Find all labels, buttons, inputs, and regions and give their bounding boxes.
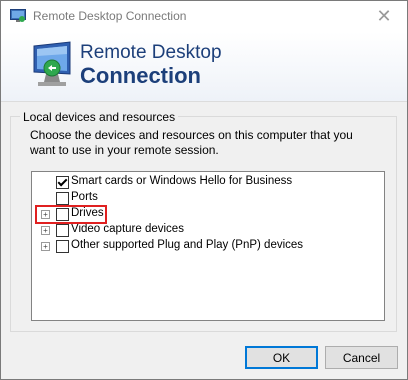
header-banner: Remote Desktop Connection (1, 32, 407, 102)
title-bar[interactable]: Remote Desktop Connection ✕ (1, 1, 407, 32)
dialog-window: Remote Desktop Connection ✕ Remote Deskt… (0, 0, 408, 380)
banner-title-line2: Connection (80, 63, 201, 88)
close-icon: ✕ (376, 6, 392, 26)
expand-plus-icon[interactable]: + (41, 226, 50, 235)
ports-checkbox[interactable] (56, 192, 69, 205)
devices-tree[interactable]: Smart cards or Windows Hello for Busines… (31, 171, 385, 321)
close-button[interactable]: ✕ (361, 1, 407, 32)
smart-cards-checkbox[interactable] (56, 176, 69, 189)
tree-item-video-capture[interactable]: + Video capture devices (32, 223, 372, 239)
pnp-devices-checkbox[interactable] (56, 240, 69, 253)
window-title: Remote Desktop Connection (33, 9, 187, 23)
banner-title-line1: Remote Desktop (80, 42, 222, 63)
tree-item-label: Smart cards or Windows Hello for Busines… (71, 175, 293, 187)
expand-plus-icon[interactable]: + (41, 242, 50, 251)
group-label: Local devices and resources (20, 110, 179, 124)
video-capture-checkbox[interactable] (56, 224, 69, 237)
tree-item-pnp-devices[interactable]: + Other supported Plug and Play (PnP) de… (32, 239, 372, 255)
tree-item-label: Other supported Plug and Play (PnP) devi… (71, 239, 304, 251)
tree-item-label: Ports (71, 191, 98, 203)
drives-highlight-box (35, 205, 107, 224)
remote-desktop-icon (10, 9, 26, 22)
tree-item-smart-cards[interactable]: Smart cards or Windows Hello for Busines… (32, 175, 372, 191)
ok-button[interactable]: OK (245, 346, 318, 369)
tree-item-label: Video capture devices (71, 223, 184, 235)
group-description: Choose the devices and resources on this… (30, 128, 353, 157)
monitor-logo-icon (33, 41, 71, 86)
cancel-button[interactable]: Cancel (325, 346, 398, 369)
